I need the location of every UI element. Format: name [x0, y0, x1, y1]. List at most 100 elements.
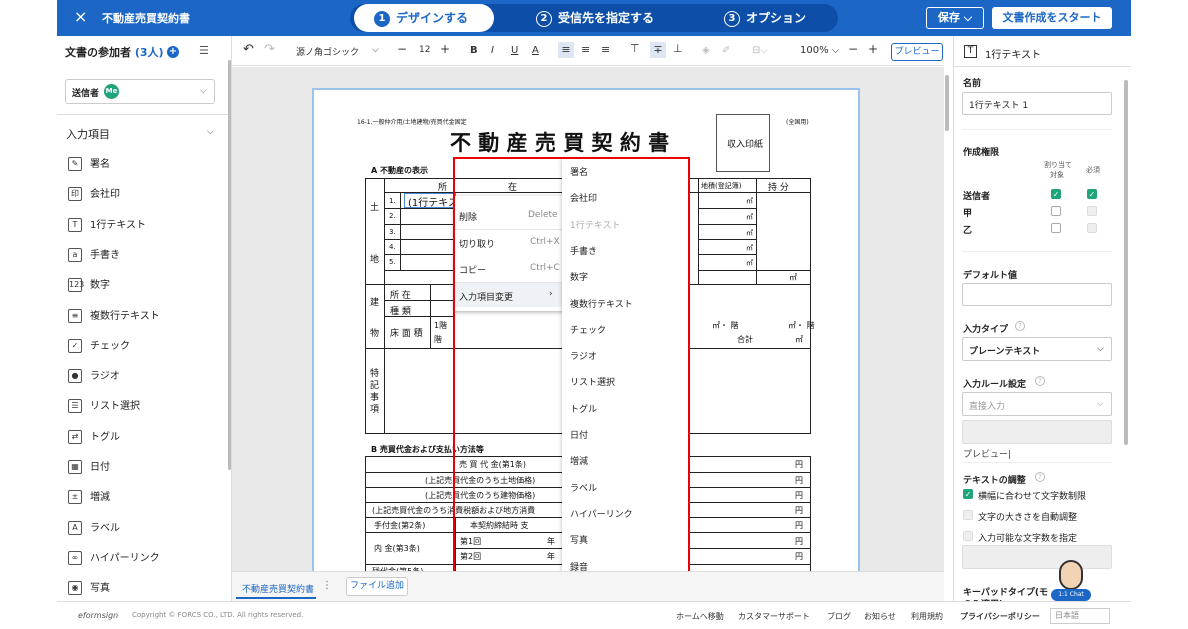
help-icon[interactable]: ? [1035, 472, 1045, 482]
valign-top-icon[interactable]: ⊤ [630, 42, 640, 55]
field-type-title: 1行テキスト [985, 50, 1042, 61]
building-label: 建 [370, 298, 380, 308]
default-value-input[interactable] [962, 283, 1112, 306]
fit-width-checkbox[interactable]: ✓ [963, 489, 973, 499]
chevron-down-icon: ⌵ [200, 86, 207, 96]
panel-scrollbar[interactable] [1124, 80, 1128, 445]
input-item[interactable]: ☰ リスト選択 [68, 397, 140, 417]
footer-link-blog[interactable]: ブログ [827, 611, 851, 622]
save-button[interactable]: 保存 ⌵ [926, 7, 984, 29]
input-item[interactable]: ✎ 署名 [68, 155, 110, 175]
revenue-stamp-label: 収入印紙 [727, 140, 764, 150]
input-item[interactable]: ≡ 複数行テキスト [68, 307, 160, 327]
undo-icon[interactable]: ↶ [243, 42, 254, 57]
align-right-icon[interactable]: ≡ [601, 43, 610, 56]
assign-checkbox[interactable] [1051, 206, 1061, 216]
input-item-label: 日付 [90, 462, 110, 473]
close-icon[interactable]: × [74, 8, 87, 26]
valign-middle-icon[interactable]: ∓ [650, 42, 666, 58]
input-item-label: 手書き [90, 249, 120, 261]
help-icon[interactable]: ? [1015, 321, 1025, 331]
preview-button[interactable]: プレビュー [891, 43, 943, 61]
tab-recipients[interactable]: 2 受信先を指定する [536, 4, 654, 32]
input-item[interactable]: 123 数字 [68, 276, 110, 296]
doc-form-id: 16-1.一般仲介用/土地建物/売買代金固定 [357, 119, 467, 126]
underline-icon[interactable]: U [511, 45, 518, 56]
interim-payment-label: 内 金(第3条) [374, 544, 420, 553]
field-type-icon: ⇄ [68, 429, 82, 444]
floor-2: 階 [434, 335, 442, 344]
chevron-down-icon[interactable]: ⌵ [372, 45, 379, 55]
max-chars-input [962, 545, 1112, 569]
floor-right: ㎡・ 階 [712, 321, 739, 330]
canvas-scrollbar[interactable] [945, 75, 949, 131]
font-size-increase[interactable]: + [440, 42, 450, 56]
zoom-in-button[interactable]: + [868, 42, 878, 56]
building-location: 所 在 [390, 291, 411, 301]
add-file-button[interactable]: ファイル追加 [346, 577, 408, 596]
font-color-icon[interactable]: A [532, 45, 539, 56]
input-item[interactable]: A ラベル [68, 519, 120, 539]
participants-title: 文書の参加者 (3人) [65, 46, 164, 59]
footer-link-privacy[interactable]: プライバシーポリシー [960, 611, 1040, 622]
input-item[interactable]: 印会社印 [68, 185, 120, 205]
redo-icon[interactable]: ↷ [264, 42, 275, 57]
field-type-icon: ● [68, 369, 82, 384]
auto-size-label: 文字の大きさを自動調整 [978, 513, 1078, 523]
footer-link-news[interactable]: お知らせ [864, 611, 896, 622]
border-color-icon[interactable]: ✐ [722, 45, 730, 56]
scrollbar[interactable] [228, 60, 231, 470]
land-label: 土 [370, 203, 380, 213]
chevron-down-icon: ⌵ [1097, 399, 1104, 409]
fill-color-icon[interactable]: ◈ [702, 45, 710, 56]
input-item[interactable]: ∞ ハイパーリンク [68, 549, 160, 569]
assign-checkbox[interactable]: ✓ [1051, 189, 1061, 199]
input-item[interactable]: T 1行テキスト [68, 216, 146, 236]
list-icon[interactable]: ☰ [199, 44, 209, 57]
sender-label: 送信者 [72, 89, 100, 99]
yen-unit: 円 [795, 460, 803, 469]
support-avatar[interactable] [1059, 560, 1083, 590]
required-header: 必須 [1086, 166, 1100, 174]
tab-options[interactable]: 3 オプション [724, 4, 806, 32]
field-type-icon: ◉ [68, 581, 82, 596]
align-left-icon[interactable]: ≡ [558, 42, 574, 58]
chevron-down-icon[interactable]: ⌵ [207, 127, 214, 137]
italic-icon[interactable]: I [491, 45, 494, 56]
input-item[interactable]: ▦ 日付 [68, 458, 110, 478]
zoom-out-button[interactable]: − [848, 42, 858, 56]
footer-link-terms[interactable]: 利用規約 [911, 611, 943, 622]
input-item[interactable]: a 手書き [68, 246, 120, 266]
align-center-icon[interactable]: ≡ [581, 43, 590, 56]
valign-bottom-icon[interactable]: ⊥ [673, 42, 683, 55]
input-item-label: 会社印 [90, 189, 120, 201]
divider [962, 251, 1112, 252]
yen-unit: 円 [795, 491, 803, 500]
input-items-header[interactable]: 入力項目 [66, 126, 110, 142]
border-style-icon[interactable]: ⊟⌵ [752, 45, 768, 56]
required-checkbox[interactable]: ✓ [1087, 189, 1097, 199]
help-icon[interactable]: ? [1035, 376, 1045, 386]
font-size-value[interactable]: 12 [419, 45, 430, 55]
tab-document[interactable]: 不動産売買契約書 [242, 582, 314, 595]
input-item[interactable]: ± 増減 [68, 488, 110, 508]
font-select[interactable]: 源ノ角ゴシック [296, 45, 359, 58]
footer-link-home[interactable]: ホームへ移動 [676, 611, 724, 622]
input-item[interactable]: ◉ 写真 [68, 579, 110, 599]
chat-button[interactable]: 1:1 Chat [1051, 589, 1091, 601]
language-select[interactable]: 日本語 [1050, 608, 1110, 624]
input-item[interactable]: ⇄ トグル [68, 428, 120, 448]
font-size-decrease[interactable]: − [397, 42, 407, 56]
start-document-button[interactable]: 文書作成をスタート [992, 7, 1112, 29]
zoom-select[interactable]: 100% ⌵ [800, 45, 839, 56]
assign-checkbox[interactable] [1051, 223, 1061, 233]
more-icon[interactable]: ⋮ [322, 580, 332, 591]
bold-icon[interactable]: B [470, 45, 478, 56]
tab-design[interactable]: 1 デザインする [354, 4, 494, 32]
add-participant-icon[interactable]: + [167, 46, 179, 58]
input-item-label: ラベル [90, 522, 120, 534]
input-item[interactable]: ✓ チェック [68, 337, 130, 357]
sqm-unit: ㎡ [795, 335, 803, 344]
input-item[interactable]: ● ラジオ [68, 367, 120, 387]
footer-link-support[interactable]: カスタマーサポート [738, 611, 810, 622]
